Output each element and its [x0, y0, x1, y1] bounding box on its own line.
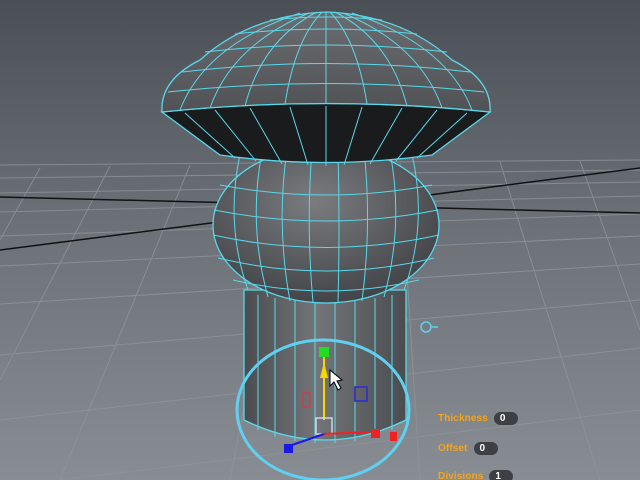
thickness-label: Thickness — [438, 412, 488, 424]
hud-thickness: Thickness 0 — [438, 410, 518, 426]
divisions-field[interactable]: 1 — [489, 469, 514, 480]
divisions-label: Divisions — [438, 470, 484, 480]
3d-viewport[interactable]: Thickness 0 Offset 0 Divisions 1 — [0, 0, 640, 480]
neck-sphere — [212, 146, 440, 304]
hud-offset: Offset 0 — [438, 440, 498, 456]
hud-divisions: Divisions 1 — [438, 468, 514, 480]
move-y-handle-icon[interactable] — [319, 347, 329, 357]
thickness-field[interactable]: 0 — [493, 411, 518, 425]
scene — [0, 0, 640, 480]
move-x-handle-icon[interactable] — [371, 429, 380, 438]
move-z-handle-icon[interactable] — [284, 444, 293, 453]
offset-field[interactable]: 0 — [473, 441, 498, 455]
offset-label: Offset — [438, 442, 468, 454]
